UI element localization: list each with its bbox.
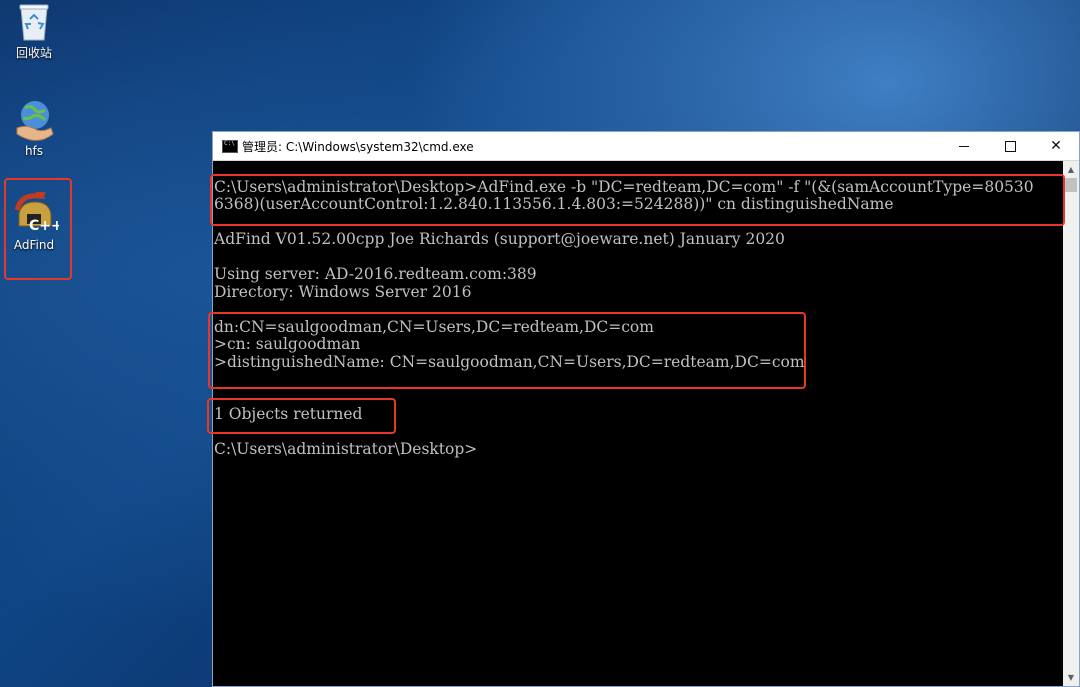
maximize-icon (1004, 140, 1016, 152)
console-line: Using server: AD-2016.redteam.com:389 (214, 265, 537, 283)
minimize-button[interactable] (941, 132, 987, 160)
console-prompt: C:\Users\administrator\Desktop> (214, 440, 478, 458)
scroll-thumb[interactable] (1065, 178, 1077, 192)
recycle-bin-icon (19, 4, 49, 41)
cmd-icon (222, 139, 238, 153)
count-highlight (207, 398, 396, 434)
command-highlight (210, 174, 1065, 226)
console-line: AdFind V01.52.00cpp Joe Richards (suppor… (214, 230, 785, 248)
desktop-icon-label: hfs (24, 144, 44, 158)
scroll-down-icon[interactable]: ▼ (1063, 669, 1079, 686)
minimize-icon (959, 145, 969, 147)
vertical-scrollbar[interactable]: ▲ ▼ (1063, 161, 1079, 686)
result-highlight (208, 312, 806, 389)
window-titlebar[interactable]: 管理员: C:\Windows\system32\cmd.exe ✕ (213, 132, 1079, 161)
globe-hand-icon (16, 101, 54, 141)
desktop-icon-hfs[interactable]: hfs (2, 98, 66, 158)
maximize-button[interactable] (987, 132, 1033, 160)
desktop-icon-label: 回收站 (15, 46, 52, 60)
desktop-icon-recycle-bin[interactable]: 回收站 (2, 2, 66, 61)
close-icon: ✕ (1050, 138, 1062, 154)
console-line: Directory: Windows Server 2016 (214, 283, 472, 301)
window-title: 管理员: C:\Windows\system32\cmd.exe (242, 139, 474, 154)
adfind-icon-highlight (4, 178, 72, 280)
scroll-up-icon[interactable]: ▲ (1063, 161, 1079, 178)
close-button[interactable]: ✕ (1033, 132, 1079, 160)
